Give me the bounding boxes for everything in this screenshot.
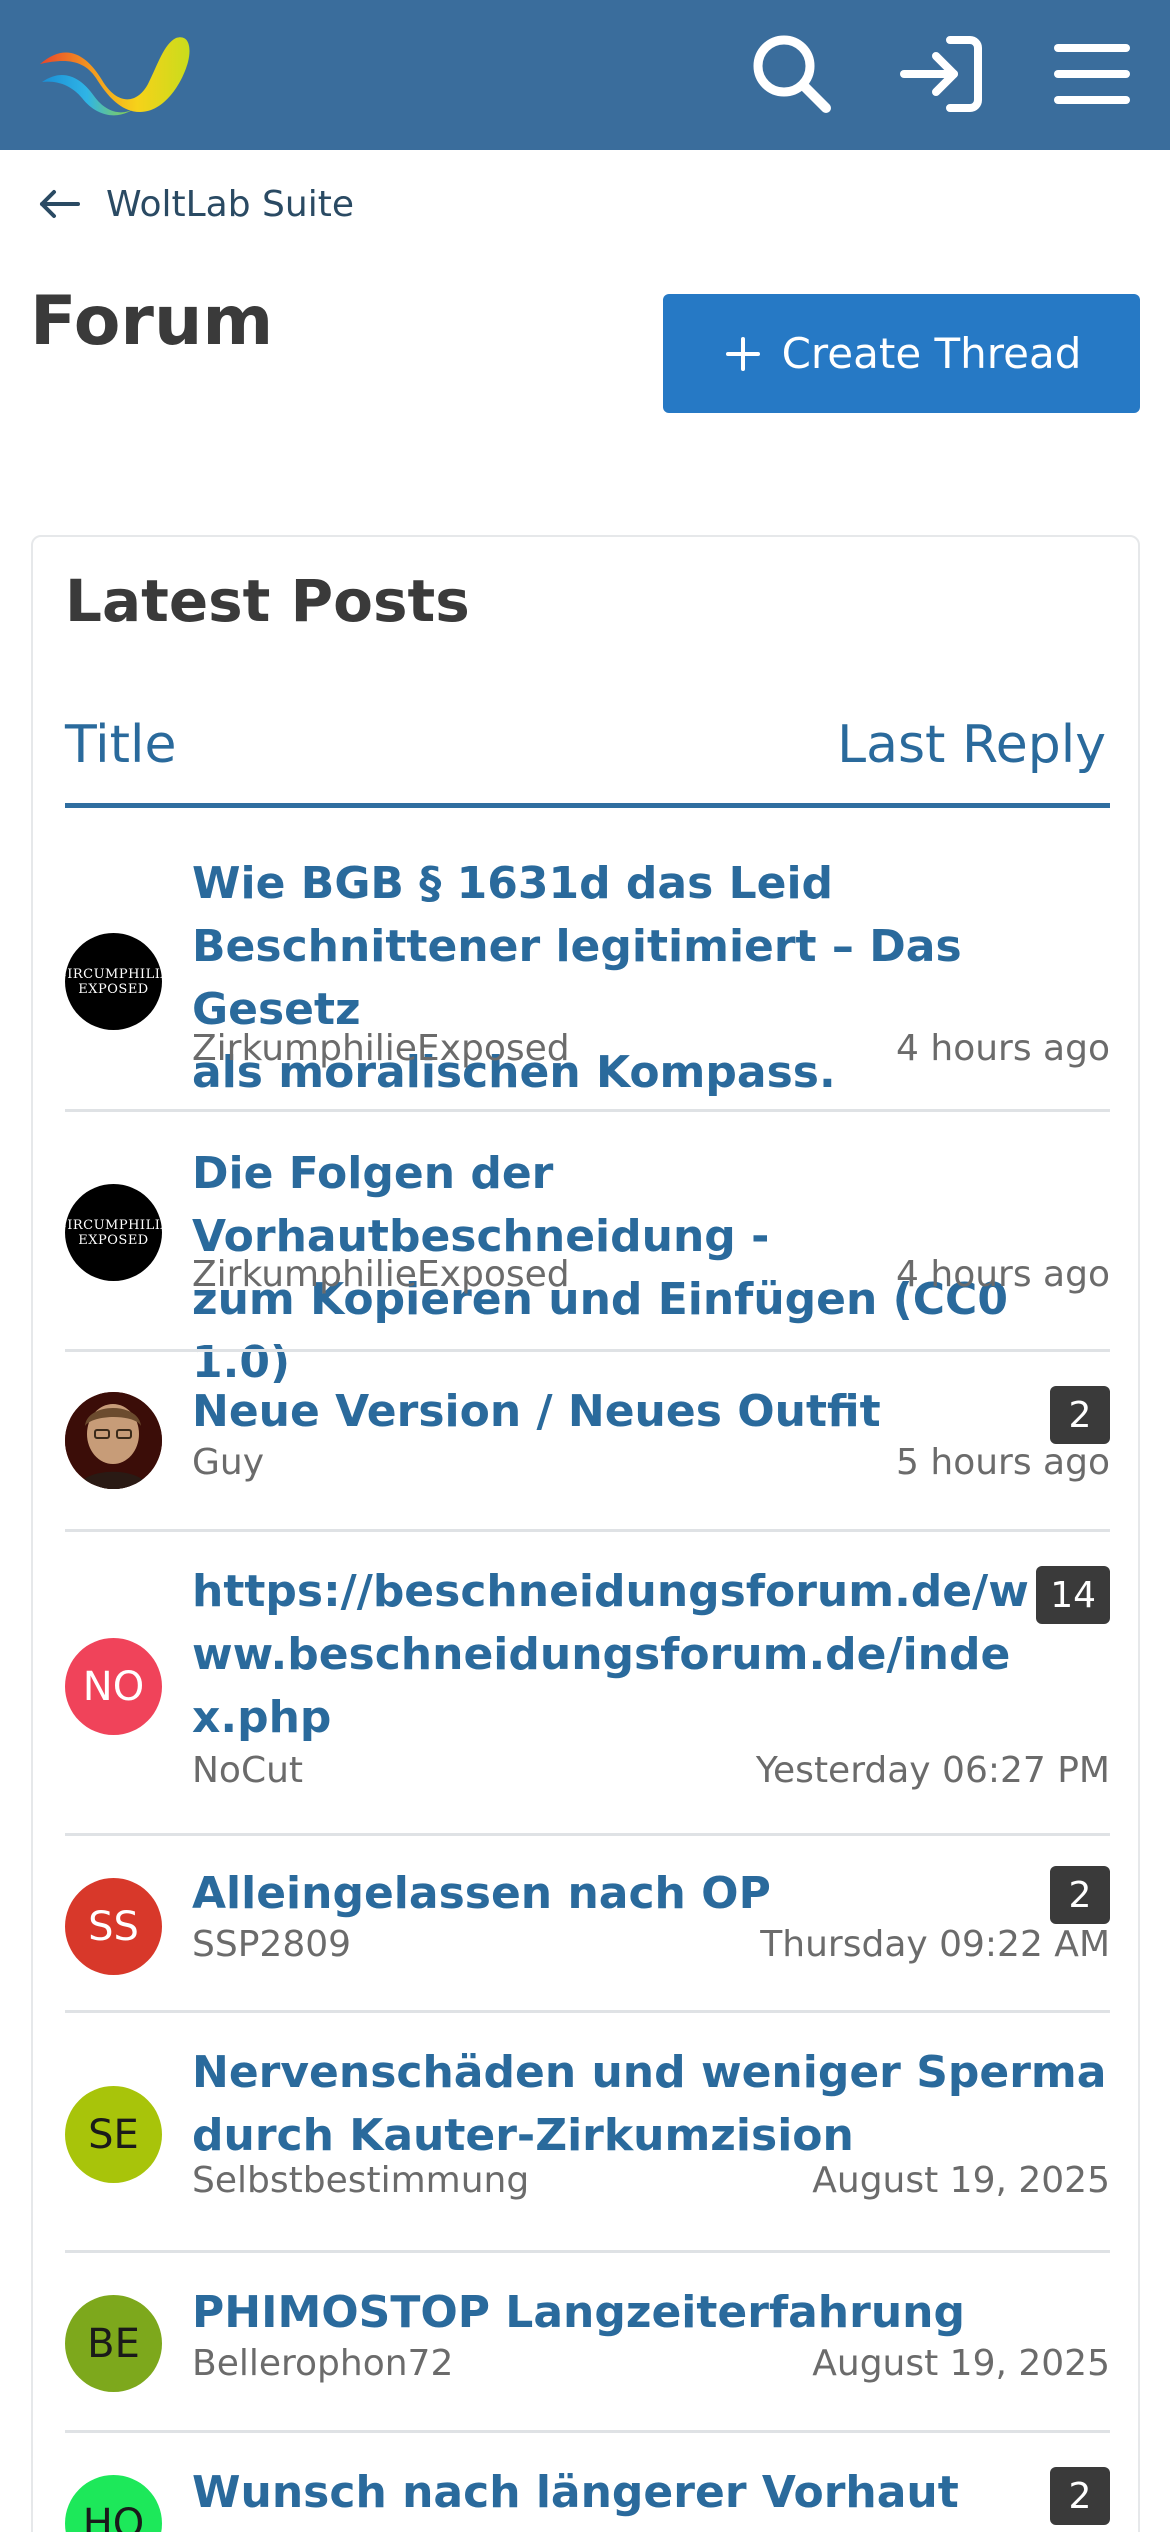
last-reply-time: Yesterday 06:27 PM — [755, 1750, 1110, 1791]
latest-posts-heading: Latest Posts — [65, 567, 470, 635]
thread-row: Neue Version / Neues Outfit 2 Guy 5 hour… — [65, 1352, 1110, 1532]
avatar[interactable]: BE — [65, 2295, 162, 2392]
thread-title-line: Beschnittener legitimiert – Das Gesetz — [192, 921, 962, 1035]
thread-author[interactable]: SSP2809 — [192, 1924, 351, 1965]
thread-row: HO Wunsch nach längerer Vorhaut 2 — [65, 2433, 1110, 2532]
create-thread-button[interactable]: Create Thread — [663, 294, 1140, 413]
avatar[interactable] — [65, 1392, 162, 1489]
thread-title-line: durch Kauter-Zirkumzision — [192, 2110, 854, 2161]
thread-row: SE Nervenschäden und weniger Sperma durc… — [65, 2013, 1110, 2253]
avatar-text: EXPOSED — [78, 981, 149, 997]
thread-row: NO https://beschneidungsforum.de/w ww.be… — [65, 1532, 1110, 1836]
last-reply-time: 4 hours ago — [896, 1254, 1110, 1295]
thread-title-line: ww.beschneidungsforum.de/inde — [192, 1629, 1011, 1680]
thread-row: BE PHIMOSTOP Langzeiterfahrung Belleroph… — [65, 2253, 1110, 2433]
column-header-last-reply[interactable]: Last Reply — [837, 715, 1106, 775]
user-photo-icon — [65, 1392, 162, 1489]
last-reply-time: August 19, 2025 — [812, 2343, 1110, 2384]
menu-icon[interactable] — [1044, 26, 1140, 122]
thread-title-line: Nervenschäden und weniger Sperma — [192, 2047, 1107, 2098]
thread-author[interactable]: ZirkumphilieExposed — [192, 1028, 570, 1069]
avatar[interactable]: SS — [65, 1878, 162, 1975]
thread-row: CIRCUMPHILIA EXPOSED Wie BGB § 1631d das… — [65, 838, 1110, 1112]
header-divider — [65, 803, 1110, 808]
thread-author[interactable]: ZirkumphilieExposed — [192, 1254, 570, 1295]
reply-count-badge: 2 — [1050, 1866, 1110, 1924]
reply-count-badge: 14 — [1036, 1566, 1110, 1624]
avatar[interactable]: HO — [65, 2475, 162, 2532]
plus-icon — [725, 336, 760, 371]
thread-author[interactable]: NoCut — [192, 1750, 303, 1791]
thread-row: CIRCUMPHILIA EXPOSED Die Folgen der Vorh… — [65, 1112, 1110, 1388]
last-reply-time: 4 hours ago — [896, 1028, 1110, 1069]
thread-title-link[interactable]: Wunsch nach längerer Vorhaut — [192, 2461, 959, 2524]
latest-posts-box: Latest Posts Title Last Reply CIRCUMPHIL… — [31, 535, 1140, 2532]
last-reply-time: August 19, 2025 — [812, 2160, 1110, 2201]
thread-title-link[interactable]: Alleingelassen nach OP — [192, 1862, 771, 1925]
thread-title-line: https://beschneidungsforum.de/w — [192, 1566, 1029, 1617]
breadcrumb[interactable]: WoltLab Suite — [36, 180, 354, 228]
page-title: Forum — [30, 282, 274, 361]
avatar[interactable]: NO — [65, 1638, 162, 1735]
last-reply-time: Thursday 09:22 AM — [760, 1924, 1110, 1965]
thread-title-link[interactable]: https://beschneidungsforum.de/w ww.besch… — [192, 1560, 1029, 1749]
search-icon[interactable] — [744, 26, 840, 122]
thread-author[interactable]: Guy — [192, 1442, 264, 1483]
avatar-text: CIRCUMPHILIA — [65, 1217, 162, 1233]
create-thread-label: Create Thread — [781, 329, 1082, 378]
woltlab-logo[interactable] — [36, 24, 196, 120]
column-header-title[interactable]: Title — [65, 715, 176, 775]
thread-title-link[interactable]: PHIMOSTOP Langzeiterfahrung — [192, 2281, 965, 2344]
thread-title-line: Alleingelassen nach OP — [192, 1868, 771, 1919]
thread-author[interactable]: Bellerophon72 — [192, 2343, 453, 2384]
reply-count-badge: 2 — [1050, 2467, 1110, 2525]
thread-title-line: Die Folgen der Vorhautbeschneidung - — [192, 1148, 770, 1262]
avatar-text: CIRCUMPHILIA — [65, 966, 162, 982]
thread-title-line: Neue Version / Neues Outfit — [192, 1386, 881, 1437]
thread-title-line: PHIMOSTOP Langzeiterfahrung — [192, 2287, 965, 2338]
thread-row: SS Alleingelassen nach OP 2 SSP2809 Thur… — [65, 1836, 1110, 2013]
breadcrumb-label: WoltLab Suite — [106, 183, 354, 225]
arrow-left-icon — [40, 190, 80, 218]
last-reply-time: 5 hours ago — [896, 1442, 1110, 1483]
login-icon[interactable] — [894, 26, 990, 122]
reply-count-badge: 2 — [1050, 1386, 1110, 1444]
avatar[interactable]: CIRCUMPHILIA EXPOSED — [65, 1184, 162, 1281]
avatar[interactable]: SE — [65, 2086, 162, 2183]
thread-title-link[interactable]: Neue Version / Neues Outfit — [192, 1380, 881, 1443]
thread-title-line: x.php — [192, 1692, 332, 1743]
thread-title-line: Wie BGB § 1631d das Leid — [192, 858, 834, 909]
thread-title-link[interactable]: Nervenschäden und weniger Sperma durch K… — [192, 2041, 1106, 2167]
avatar-text: EXPOSED — [78, 1232, 149, 1248]
top-navigation-bar — [0, 0, 1170, 150]
avatar[interactable]: CIRCUMPHILIA EXPOSED — [65, 933, 162, 1030]
thread-title-line: Wunsch nach längerer Vorhaut — [192, 2467, 959, 2518]
thread-author[interactable]: Selbstbestimmung — [192, 2160, 529, 2201]
